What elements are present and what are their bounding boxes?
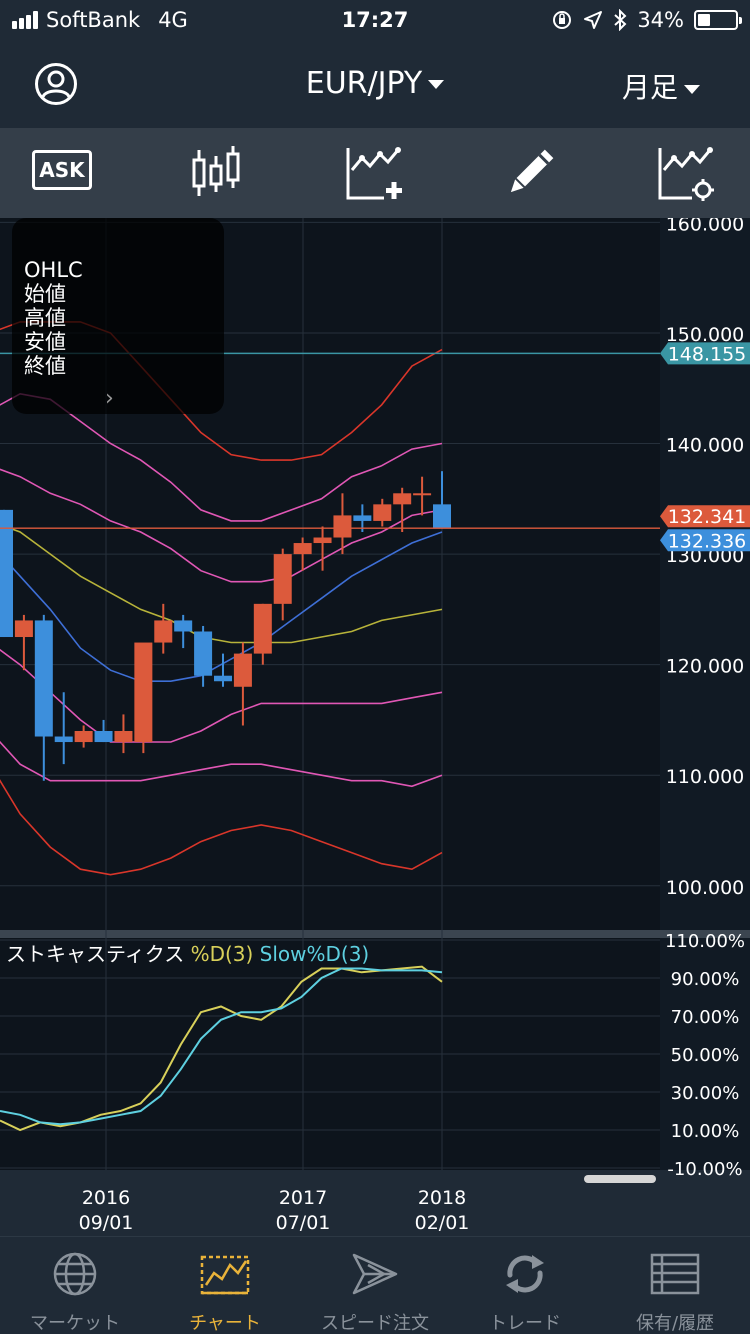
candle-body bbox=[54, 736, 73, 743]
bluetooth-icon bbox=[614, 9, 627, 31]
scroll-handle[interactable] bbox=[584, 1175, 656, 1183]
tab-speed-order[interactable]: スピード注文 bbox=[300, 1237, 450, 1334]
candle-body bbox=[94, 730, 113, 743]
tab-market[interactable]: マーケット bbox=[0, 1237, 150, 1334]
ohlc-title: OHLC bbox=[24, 258, 83, 282]
candle-body bbox=[214, 675, 232, 682]
stoch-tick-label: 30.00% bbox=[671, 1083, 740, 1104]
price-tick-label: 160.000 bbox=[666, 218, 745, 235]
candle-body bbox=[433, 504, 451, 529]
time-tick-label-year: 2017 bbox=[279, 1187, 327, 1209]
candle-body bbox=[174, 620, 193, 632]
chart-toolbar: ASK bbox=[0, 128, 750, 218]
candle-body bbox=[74, 730, 93, 743]
bottom-tab-bar: マーケット チャート スピード注文 トレード 保有/履歴 bbox=[0, 1236, 750, 1334]
ohlc-close-label: 終値 bbox=[24, 354, 66, 378]
ohlc-low-label: 安値 bbox=[24, 330, 66, 354]
ohlc-panel[interactable]: OHLC 始値 高値 安値 終値 bbox=[12, 218, 224, 414]
candle-body bbox=[333, 515, 352, 538]
draw-pencil-icon[interactable] bbox=[506, 142, 554, 204]
candle-body bbox=[233, 653, 252, 687]
status-right: 34% bbox=[551, 8, 742, 32]
candle-body bbox=[253, 603, 272, 654]
candle bbox=[0, 509, 13, 638]
price-tick-label: 100.000 bbox=[666, 877, 745, 899]
stoch-tick-label: 110.00% bbox=[665, 931, 745, 952]
tab-label: チャート bbox=[189, 1313, 261, 1334]
stoch-tick-label: 50.00% bbox=[671, 1045, 740, 1066]
period-label: 月足 bbox=[621, 71, 678, 104]
price-label-text: 132.336 bbox=[668, 530, 747, 552]
candle-body bbox=[114, 730, 133, 743]
tab-trade[interactable]: トレード bbox=[450, 1237, 600, 1334]
globe-icon bbox=[53, 1252, 97, 1296]
ask-label: ASK bbox=[39, 158, 85, 182]
panel-divider bbox=[0, 930, 750, 938]
add-indicator-icon[interactable] bbox=[344, 142, 404, 204]
price-tick-label: 110.000 bbox=[666, 766, 745, 788]
chevron-right-icon[interactable]: › bbox=[105, 386, 114, 411]
price-label-text: 132.341 bbox=[668, 506, 747, 528]
stoch-tick-label: -10.00% bbox=[667, 1159, 742, 1180]
time-tick-label-date: 02/01 bbox=[415, 1212, 470, 1234]
candle-body bbox=[34, 620, 53, 737]
tab-history[interactable]: 保有/履歴 bbox=[600, 1237, 750, 1334]
slowd-line-label: Slow%D(3) bbox=[259, 942, 370, 966]
time-tick-label-year: 2016 bbox=[82, 1187, 130, 1209]
period-selector[interactable]: 月足 bbox=[622, 66, 700, 106]
tab-chart[interactable]: チャート bbox=[150, 1237, 300, 1334]
stochastics-name: ストキャスティクス bbox=[6, 942, 185, 966]
candle-body bbox=[273, 554, 292, 604]
tab-label: スピード注文 bbox=[321, 1313, 429, 1334]
price-tick-label: 140.000 bbox=[666, 435, 745, 457]
currency-pair-label: EUR/JPY bbox=[305, 66, 423, 101]
tab-label: マーケット bbox=[30, 1313, 120, 1334]
price-label-text: 148.155 bbox=[668, 343, 747, 365]
stoch-tick-label: 10.00% bbox=[671, 1121, 740, 1142]
candle-body bbox=[134, 642, 153, 743]
chevron-down-icon bbox=[684, 84, 700, 94]
tab-label: トレード bbox=[489, 1313, 561, 1334]
speed-order-icon bbox=[352, 1253, 398, 1295]
tab-label: 保有/履歴 bbox=[635, 1313, 715, 1334]
d-line-label: %D(3) bbox=[190, 942, 254, 966]
price-tick-label: 120.000 bbox=[666, 656, 745, 678]
orientation-lock-icon bbox=[553, 11, 572, 29]
ask-bid-toggle-button[interactable]: ASK bbox=[32, 150, 92, 190]
candle-body bbox=[393, 493, 412, 505]
candlestick-type-icon[interactable] bbox=[190, 142, 242, 204]
time-tick-label-year: 2018 bbox=[418, 1187, 466, 1209]
history-icon bbox=[650, 1253, 700, 1295]
candle-body bbox=[14, 620, 33, 638]
chart-icon bbox=[200, 1255, 250, 1295]
candle bbox=[134, 642, 153, 754]
candle-body bbox=[413, 493, 432, 496]
candle-body bbox=[373, 504, 392, 521]
indicator-settings-icon[interactable] bbox=[656, 142, 716, 204]
stoch-tick-label: 70.00% bbox=[671, 1007, 740, 1028]
ohlc-open-label: 始値 bbox=[24, 282, 66, 306]
candle-body bbox=[0, 509, 13, 638]
status-bar: SoftBank 4G 17:27 34% bbox=[0, 0, 750, 42]
candle-body bbox=[293, 543, 312, 555]
trade-icon bbox=[506, 1255, 544, 1293]
time-tick-label-date: 07/01 bbox=[276, 1212, 331, 1234]
app-header: EUR/JPY 月足 bbox=[0, 42, 750, 128]
chevron-down-icon bbox=[428, 80, 445, 89]
time-tick-label-date: 09/01 bbox=[79, 1212, 134, 1234]
location-icon bbox=[584, 11, 603, 29]
ohlc-high-label: 高値 bbox=[24, 306, 66, 330]
battery-icon bbox=[694, 10, 742, 30]
battery-percent: 34% bbox=[637, 8, 684, 32]
candle-body bbox=[313, 537, 332, 544]
stochastics-legend: ストキャスティクス %D(3) Slow%D(3) bbox=[6, 938, 369, 967]
candle-body bbox=[154, 620, 173, 643]
candle-body bbox=[194, 631, 213, 676]
candle-body bbox=[353, 515, 372, 521]
stoch-tick-label: 90.00% bbox=[671, 969, 740, 990]
